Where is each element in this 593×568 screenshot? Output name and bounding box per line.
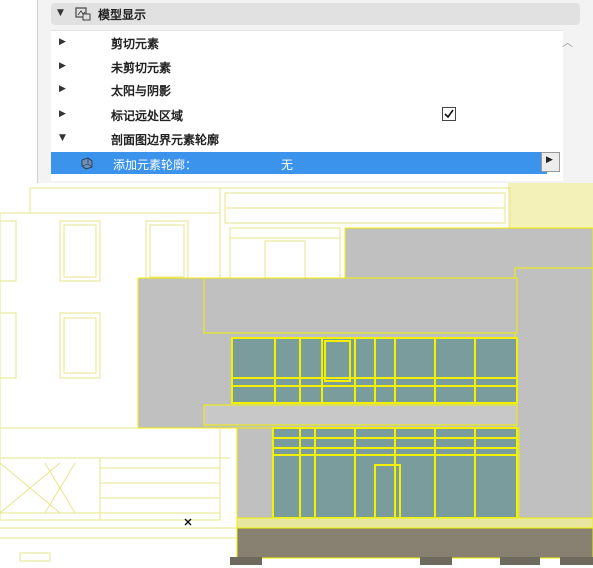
settings-list: ▶ 剪切元素 ▶ 未剪切元素 ▶ 太阳与阴影 ▶ 标记远处区域 ▼ 剖面图边界元… [51, 30, 563, 181]
row-sun-shadow[interactable]: ▶ 太阳与阴影 [51, 78, 563, 102]
model-viewport[interactable] [0, 183, 593, 568]
ground-strip [236, 517, 593, 529]
add-element-outline-value[interactable]: 无 [281, 156, 293, 173]
expand-arrow-icon[interactable]: ▶ [59, 84, 66, 94]
row-cut-elements[interactable]: ▶ 剪切元素 [51, 31, 563, 55]
add-element-outline-row[interactable]: 添加元素轮廓： 无 [51, 152, 547, 174]
expand-arrow-icon[interactable]: ▶ [59, 37, 66, 47]
row-label: 标记远处区域 [111, 109, 184, 123]
collapse-arrow-icon[interactable]: ▼ [59, 133, 66, 143]
mark-distant-area-checkbox[interactable] [442, 107, 456, 121]
row-section-boundary-outline[interactable]: ▼ 剖面图边界元素轮廓 [51, 127, 563, 151]
expand-arrow-icon[interactable]: ▶ [59, 109, 66, 119]
row-uncut-elements[interactable]: ▶ 未剪切元素 [51, 55, 563, 79]
row-label: 剪切元素 [111, 37, 160, 51]
expand-arrow-icon[interactable]: ▶ [59, 61, 66, 71]
display-settings-icon [75, 7, 91, 21]
row-label: 太阳与阴影 [111, 84, 172, 98]
element-outline-icon [81, 157, 93, 170]
dropdown-arrow-button[interactable]: ▶ [541, 152, 560, 172]
collapse-arrow-icon[interactable]: ▼ [57, 8, 64, 18]
row-mark-distant-area[interactable]: ▶ 标记远处区域 [51, 103, 563, 127]
dropdown-arrow-icon: ▶ [546, 155, 553, 165]
add-element-outline-label: 添加元素轮廓： [113, 158, 198, 172]
ground-base [236, 527, 593, 559]
model-display-panel: ▼ 模型显示 ▶ 剪切元素 ▶ 未剪切元素 ▶ 太阳与阴影 ▶ 标记远处区域 ▼… [37, 0, 593, 183]
section-header-model-display[interactable]: ▼ 模型显示 [51, 3, 580, 25]
row-label: 剖面图边界元素轮廓 [111, 133, 220, 147]
row-label: 未剪切元素 [111, 61, 172, 75]
checkmark-icon [444, 109, 454, 119]
section-title: 模型显示 [98, 8, 147, 22]
scroll-up-icon[interactable]: ︿ [562, 34, 573, 50]
